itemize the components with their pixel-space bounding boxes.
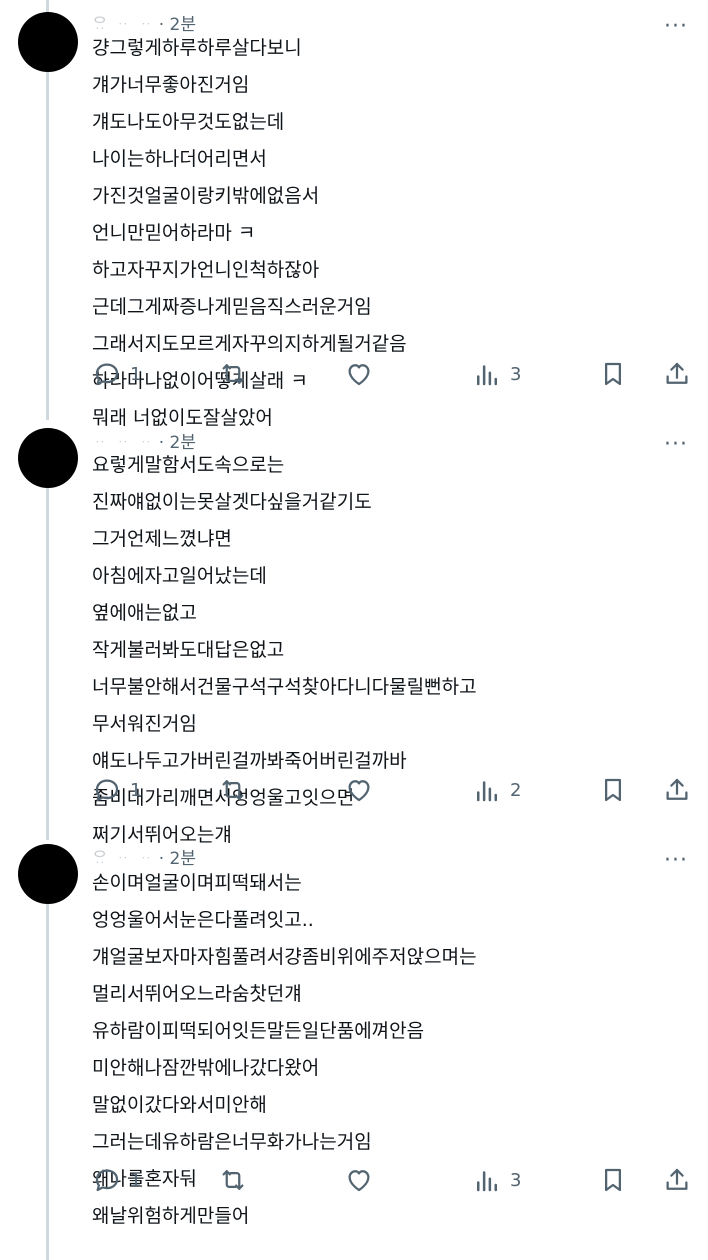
bookmark-icon <box>598 775 628 805</box>
retweet-button[interactable] <box>218 770 248 810</box>
tweet-text-line: 작게불러봐도대답은없고 <box>92 639 285 661</box>
share-button[interactable] <box>662 1160 692 1200</box>
reply-icon <box>92 1165 122 1195</box>
reply-button[interactable]: 1 <box>92 1160 141 1200</box>
tweet-text-line: 손이며얼굴이며피떡돼서는 <box>92 872 302 894</box>
tweet-text-line: 걔가너무좋아진거임 <box>92 74 250 96</box>
reply-count: 1 <box>130 363 142 385</box>
like-button[interactable] <box>344 354 374 394</box>
views-count: 2 <box>510 779 522 801</box>
views-button[interactable]: 3 <box>472 1160 521 1200</box>
tweet-text-line: 요렇게말함서도속으로는 <box>92 454 285 476</box>
reply-button[interactable]: 1 <box>92 770 141 810</box>
tweet-text-line: 멀리서뛰어오느라숨찻던걔 <box>92 983 302 1005</box>
retweet-icon <box>218 1165 248 1195</box>
tweet-text-line: 무서워진거임 <box>92 713 197 735</box>
bookmark-icon <box>598 1165 628 1195</box>
tweet-text-line: 걍그렇게하루하루살다보니 <box>92 37 302 59</box>
views-button[interactable]: 3 <box>472 354 521 394</box>
tweet-text-line: 걔얼굴보자마자힘풀려서걍좀비위에주저앉으며는 <box>92 946 477 968</box>
tweet-text-line: 옆에애는없고 <box>92 602 197 624</box>
retweet-button[interactable] <box>218 354 248 394</box>
share-button[interactable] <box>662 770 692 810</box>
reply-count: 1 <box>130 1169 142 1191</box>
views-button[interactable]: 2 <box>472 770 521 810</box>
reply-button[interactable]: 1 <box>92 354 141 394</box>
tweet-text-line: 그거언제느꼈냐면 <box>92 528 232 550</box>
tweet-text-line: 유하람이피떡되어잇든말든일단품에껴안음 <box>92 1020 425 1042</box>
tweet-text-line: 엉엉울어서눈은다풀려잇고.. <box>92 909 314 931</box>
tweet-text-line: 미안해나잠깐밖에나갔다왔어 <box>92 1057 320 1079</box>
tweet-text-line: 아침에자고일어났는데 <box>92 565 267 587</box>
avatar[interactable] <box>18 12 78 72</box>
tweet-text-line: 언니만믿어하라마 ㅋ <box>92 222 256 244</box>
tweet-text-line: 하고자꾸지가언니인척하잖아 <box>92 259 320 281</box>
retweet-icon <box>218 359 248 389</box>
tweet-actions: 12 <box>92 770 690 810</box>
share-button[interactable] <box>662 354 692 394</box>
thread-line <box>46 480 49 840</box>
tweet-text-line: 왜날위험하게만들어 <box>92 1205 250 1227</box>
tweet-actions: 13 <box>92 1160 690 1200</box>
views-icon <box>472 359 502 389</box>
views-icon <box>472 775 502 805</box>
share-icon <box>662 775 692 805</box>
tweet: ᆢ ᆢ ᆢ · 2분 ··· 요렇게말함서도속으로는 진짜얘없이는못살겟다싶을거같기도 그… <box>0 420 708 846</box>
bookmark-button[interactable] <box>598 354 628 394</box>
thread-line <box>46 898 49 1260</box>
reply-icon <box>92 359 122 389</box>
like-button[interactable] <box>344 770 374 810</box>
retweet-button[interactable] <box>218 1160 248 1200</box>
avatar[interactable] <box>18 428 78 488</box>
share-icon <box>662 1165 692 1195</box>
avatar[interactable] <box>18 844 78 904</box>
tweet-text-line: 걔도나도아무것도없는데 <box>92 111 285 133</box>
views-icon <box>472 1165 502 1195</box>
like-icon <box>344 1165 374 1195</box>
views-count: 3 <box>510 363 522 385</box>
share-icon <box>662 359 692 389</box>
retweet-icon <box>218 775 248 805</box>
tweet: ᄋᆢ ᆢ ᆢ · 2분 ··· 손이며얼굴이며피떡돼서는 엉엉울어서눈은다풀려잇고.. 걔… <box>0 838 708 1260</box>
tweet-text-line: 말없이갔다와서미안해 <box>92 1094 267 1116</box>
tweet-text-line: 가진것얼굴이랑키밖에없음서 <box>92 185 320 207</box>
tweet-text-line: 진짜얘없이는못살겟다싶을거같기도 <box>92 491 372 513</box>
bookmark-button[interactable] <box>598 770 628 810</box>
reply-icon <box>92 775 122 805</box>
bookmark-button[interactable] <box>598 1160 628 1200</box>
tweet-text-line: 근데그게짜증나게믿음직스러운거임 <box>92 296 372 318</box>
reply-count: 1 <box>130 779 142 801</box>
tweet: ᄋᆢ ᆢ ᆢ · 2분 ··· 걍그렇게하루하루살다보니 걔가너무좋아진거임 걔도나도아무… <box>0 0 708 429</box>
bookmark-icon <box>598 359 628 389</box>
like-icon <box>344 775 374 805</box>
tweet-text-line: 너무불안해서건물구석구석찾아다니다물릴뻔하고 <box>92 676 477 698</box>
like-button[interactable] <box>344 1160 374 1200</box>
tweet-actions: 13 <box>92 354 690 394</box>
tweet-text-line: 나이는하나더어리면서 <box>92 148 267 170</box>
views-count: 3 <box>510 1169 522 1191</box>
like-icon <box>344 359 374 389</box>
tweet-text-line: 그러는데유하람은너무화가나는거임 <box>92 1131 372 1153</box>
